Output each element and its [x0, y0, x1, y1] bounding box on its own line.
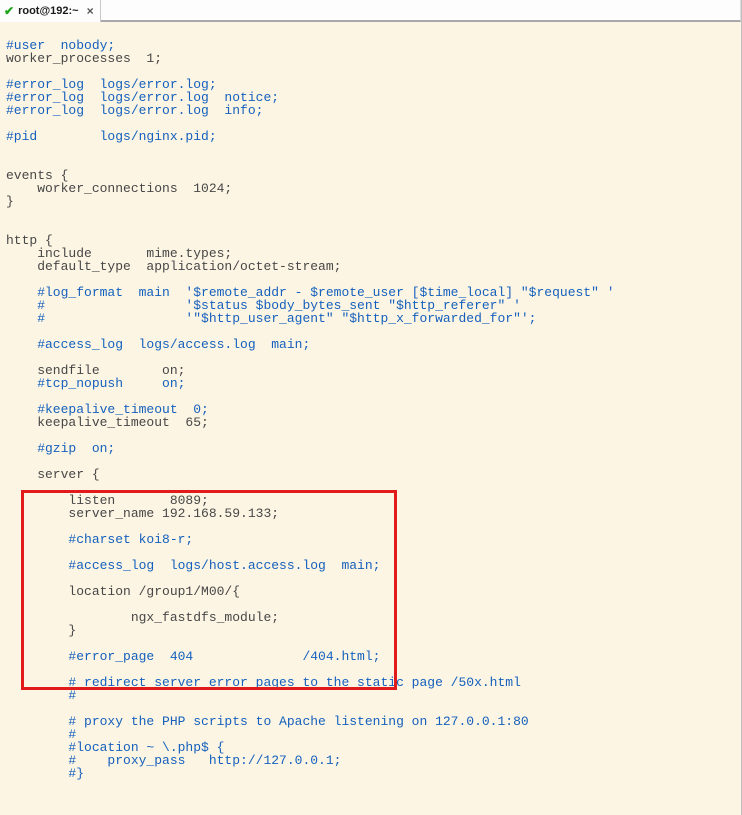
code-line: server {: [6, 468, 741, 481]
close-icon[interactable]: ×: [87, 5, 94, 17]
code-line: [6, 429, 741, 442]
tab-root[interactable]: ✔ root@192:~ ×: [0, 0, 101, 22]
code-line: # proxy_pass http://127.0.0.1;: [6, 754, 741, 767]
code-line: keepalive_timeout 65;: [6, 416, 741, 429]
code-line: #: [6, 689, 741, 702]
code-line: #access_log logs/access.log main;: [6, 338, 741, 351]
code-line: ngx_fastdfs_module;: [6, 611, 741, 624]
check-icon: ✔: [4, 5, 14, 17]
code-line: [6, 455, 741, 468]
code-line: # redirect server error pages to the sta…: [6, 676, 741, 689]
code-line: location /group1/M00/{: [6, 585, 741, 598]
code-line: #}: [6, 767, 741, 780]
code-line: #gzip on;: [6, 442, 741, 455]
code-line: [6, 143, 741, 156]
code-line: [6, 780, 741, 793]
code-line: #pid logs/nginx.pid;: [6, 130, 741, 143]
code-line: default_type application/octet-stream;: [6, 260, 741, 273]
code-line: }: [6, 624, 741, 637]
code-line: #access_log logs/host.access.log main;: [6, 559, 741, 572]
code-line: # '"$http_user_agent" "$http_x_forwarded…: [6, 312, 741, 325]
tab-title: root@192:~: [18, 6, 79, 17]
code-line: #error_page 404 /404.html;: [6, 650, 741, 663]
code-line: worker_processes 1;: [6, 52, 741, 65]
code-line: server_name 192.168.59.133;: [6, 507, 741, 520]
terminal-window: ✔ root@192:~ × #user nobody;worker_proce…: [0, 0, 742, 815]
code-line: [6, 26, 741, 39]
code-line: worker_connections 1024;: [6, 182, 741, 195]
code-line: #charset koi8-r;: [6, 533, 741, 546]
code-line: [6, 208, 741, 221]
code-line: [6, 221, 741, 234]
code-line: [6, 156, 741, 169]
tab-bar: ✔ root@192:~ ×: [0, 0, 741, 22]
code-line: }: [6, 195, 741, 208]
code-line: #error_log logs/error.log info;: [6, 104, 741, 117]
code-line: # proxy the PHP scripts to Apache listen…: [6, 715, 741, 728]
code-line: #tcp_nopush on;: [6, 377, 741, 390]
editor-content[interactable]: #user nobody;worker_processes 1; #error_…: [0, 22, 741, 793]
